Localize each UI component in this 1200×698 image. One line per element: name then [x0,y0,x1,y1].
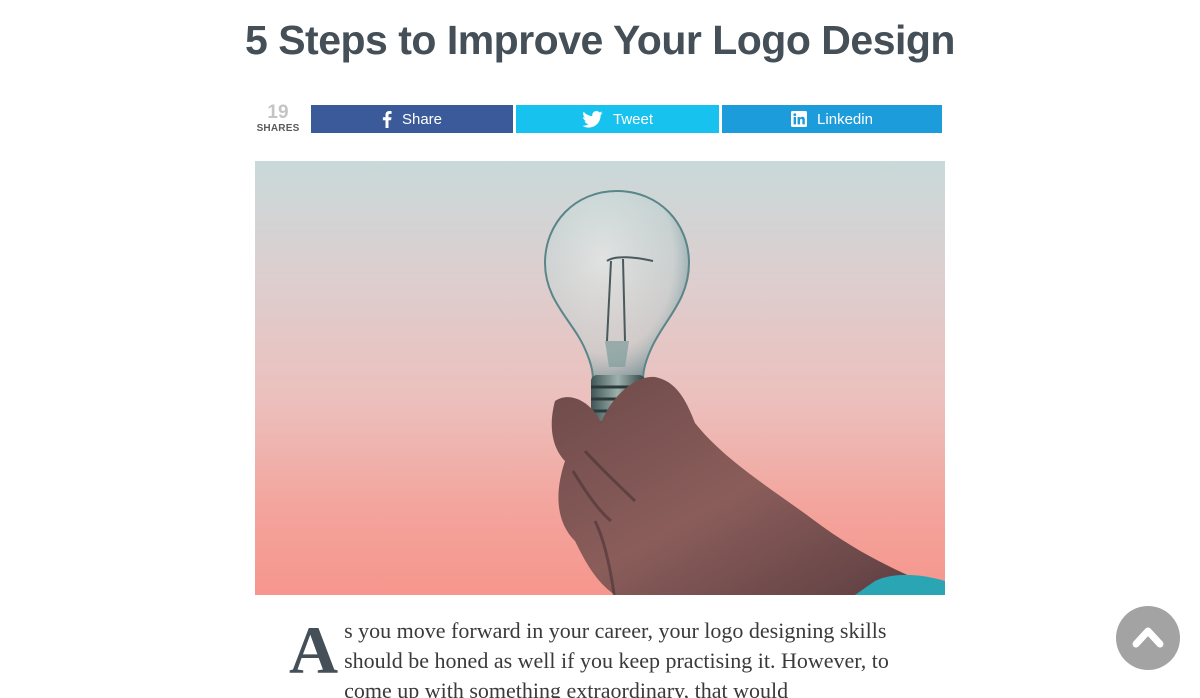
linkedin-share-button[interactable]: Linkedin [722,105,942,133]
facebook-share-label: Share [401,110,443,128]
twitter-share-label: Tweet [612,110,654,128]
facebook-share-button[interactable]: Share [311,105,513,133]
article-title: 5 Steps to Improve Your Logo Design [245,17,955,63]
share-bar: 19 SHARES Share Tweet Linkedin [254,102,944,136]
article-body: As you move forward in your career, your… [289,616,929,698]
light-bulb-illustration [543,189,945,595]
article-paragraph: s you move forward in your career, your … [344,618,889,698]
scroll-to-top-button[interactable] [1116,606,1180,670]
twitter-share-button[interactable]: Tweet [516,105,719,133]
share-count-number: 19 [267,102,289,123]
chevron-up-icon [1132,624,1164,653]
hero-image [255,161,945,595]
linkedin-icon [791,111,808,127]
page: 5 Steps to Improve Your Logo Design 19 S… [0,0,1200,698]
twitter-icon [582,110,603,128]
share-count-label: SHARES [256,123,300,134]
linkedin-share-label: Linkedin [817,110,873,128]
facebook-icon [382,110,392,128]
share-count: 19 SHARES [254,102,302,136]
article-dropcap: A [289,612,339,688]
